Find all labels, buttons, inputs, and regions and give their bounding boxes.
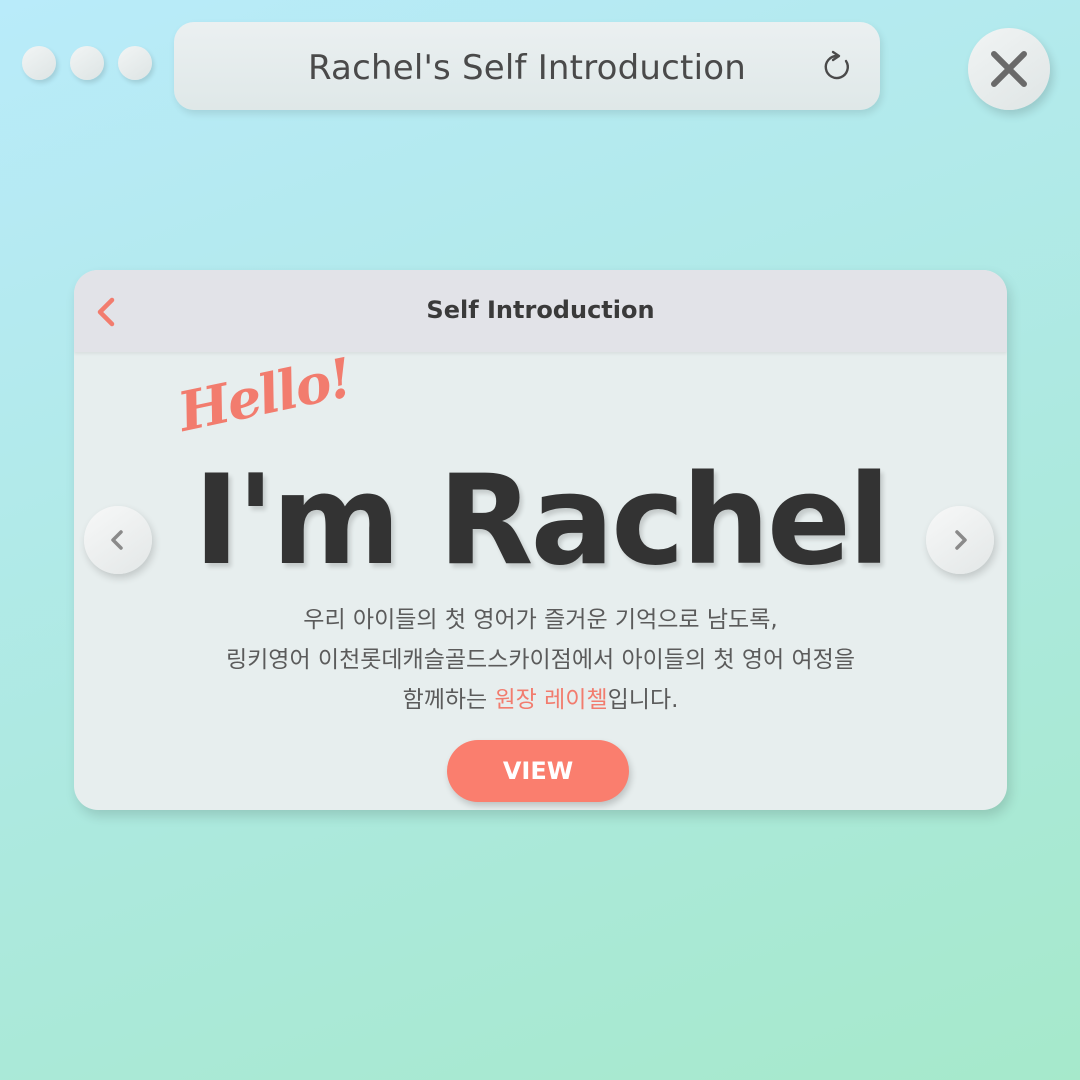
- view-button[interactable]: VIEW: [447, 740, 629, 802]
- window-title: Rachel's Self Introduction: [307, 48, 746, 88]
- chevron-right-icon: [955, 530, 967, 550]
- description: 우리 아이들의 첫 영어가 즐거운 기억으로 남도록, 링키영어 이천롯데캐슬골…: [74, 600, 1007, 720]
- window-dot[interactable]: [70, 46, 104, 80]
- close-button[interactable]: [968, 28, 1050, 110]
- next-button[interactable]: [926, 506, 994, 574]
- description-line: 함께하는 원장 레이첼입니다.: [74, 680, 1007, 720]
- title-bar: Rachel's Self Introduction: [174, 22, 880, 110]
- highlight-name: 원장 레이첼: [494, 687, 608, 713]
- description-text: 입니다.: [607, 687, 679, 713]
- window-dot[interactable]: [22, 46, 56, 80]
- description-line: 링키영어 이천롯데캐슬골드스카이점에서 아이들의 첫 영어 여정을: [225, 647, 856, 673]
- prev-button[interactable]: [84, 506, 152, 574]
- window-dot[interactable]: [118, 46, 152, 80]
- window-controls: [22, 46, 152, 80]
- card-title: Self Introduction: [426, 296, 655, 324]
- card-header: Self Introduction: [74, 270, 1007, 352]
- refresh-icon[interactable]: [820, 50, 854, 84]
- close-icon: [991, 51, 1027, 87]
- description-text: 함께하는: [402, 687, 495, 713]
- chevron-left-icon: [111, 530, 123, 550]
- greeting-text: Hello!: [172, 345, 357, 444]
- intro-card: Self Introduction Hello! I'm Rachel 우리 아…: [74, 270, 1007, 810]
- headline: I'm Rachel: [193, 449, 890, 593]
- description-line: 우리 아이들의 첫 영어가 즐거운 기억으로 남도록,: [303, 607, 778, 633]
